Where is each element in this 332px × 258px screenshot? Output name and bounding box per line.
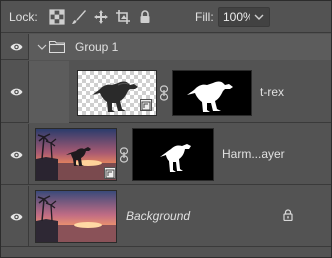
layer-row-trex[interactable]: t-rex xyxy=(1,61,331,123)
folder-icon xyxy=(49,40,65,53)
layer-thumbnail[interactable] xyxy=(35,128,117,181)
harmonization-mask-image xyxy=(160,144,191,172)
layer-row-group[interactable]: Group 1 xyxy=(1,34,331,60)
sunset-beach-image xyxy=(36,191,116,242)
lock-position-icon[interactable] xyxy=(93,9,109,25)
group-indent-bar xyxy=(29,61,69,123)
lock-artboard-icon[interactable] xyxy=(115,9,131,25)
layer-name[interactable]: Harm...ayer xyxy=(222,147,285,161)
layer-name[interactable]: t-rex xyxy=(260,85,284,99)
link-icon[interactable] xyxy=(119,147,129,163)
lock-icons xyxy=(49,8,153,26)
smart-object-icon xyxy=(140,99,152,111)
layer-name[interactable]: Group 1 xyxy=(75,40,118,54)
eye-icon xyxy=(10,43,23,51)
layer-mask-thumbnail[interactable] xyxy=(132,128,214,181)
eye-icon xyxy=(10,213,23,221)
visibility-toggle[interactable] xyxy=(1,124,29,184)
layers-panel: Lock: Fill: 100% Group 1 t-rex Harm...ay… xyxy=(0,0,332,258)
lock-label: Lock: xyxy=(9,10,38,24)
lock-icon[interactable] xyxy=(283,209,293,221)
layer-row-harmonization[interactable]: Harm...ayer xyxy=(1,124,331,185)
layer-mask-thumbnail[interactable] xyxy=(172,70,252,116)
layer-row-background[interactable]: Background xyxy=(1,186,331,247)
chevron-down-icon xyxy=(254,14,264,20)
layer-thumbnail[interactable] xyxy=(77,70,157,116)
eye-icon xyxy=(10,151,23,159)
fill-dropdown-button[interactable] xyxy=(250,7,270,27)
fill-label: Fill: xyxy=(195,10,214,24)
layers-options-bar: Lock: Fill: 100% xyxy=(1,1,331,33)
visibility-toggle[interactable] xyxy=(1,34,29,59)
visibility-toggle[interactable] xyxy=(1,61,29,122)
layer-name[interactable]: Background xyxy=(126,209,190,223)
lock-transparent-pixels-icon[interactable] xyxy=(49,9,65,25)
link-icon[interactable] xyxy=(159,85,169,101)
layer-thumbnail[interactable] xyxy=(35,190,117,243)
trex-mask-image xyxy=(187,81,233,112)
visibility-toggle[interactable] xyxy=(1,186,29,246)
lock-image-pixels-icon[interactable] xyxy=(71,9,87,25)
chevron-down-icon[interactable] xyxy=(37,43,47,51)
smart-object-icon xyxy=(104,167,116,179)
eye-icon xyxy=(10,88,23,96)
lock-all-icon[interactable] xyxy=(137,9,153,25)
